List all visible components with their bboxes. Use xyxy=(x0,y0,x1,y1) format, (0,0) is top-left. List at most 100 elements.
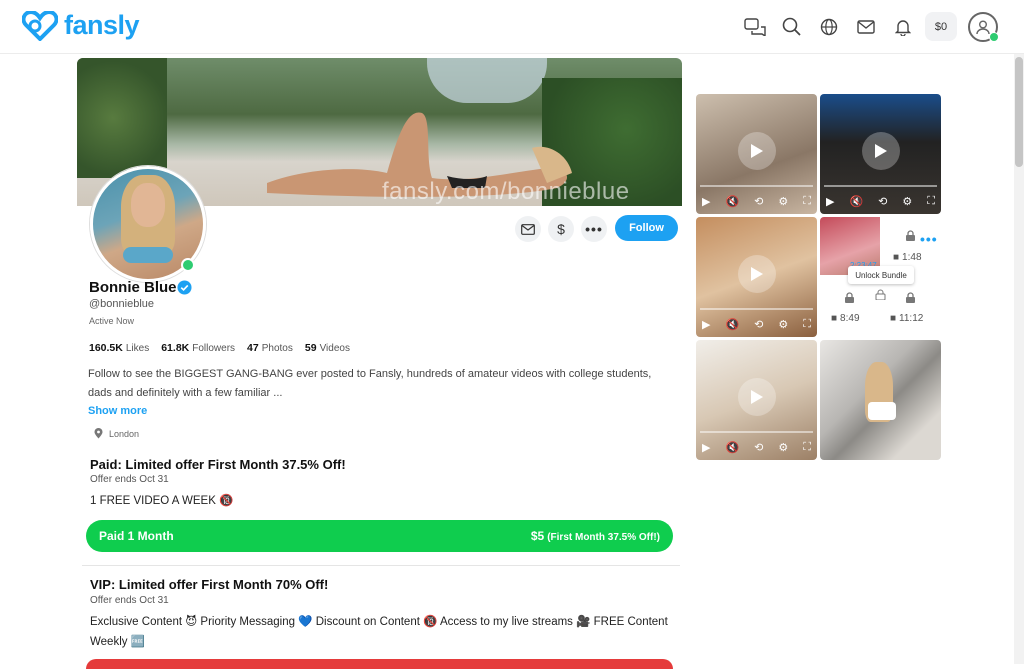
fullscreen-icon[interactable]: ⛶ xyxy=(927,195,935,208)
profile-online-dot xyxy=(181,258,195,272)
bundle-options-icon[interactable]: ••• xyxy=(920,231,938,247)
loop-icon[interactable]: ⟲ xyxy=(754,441,763,454)
video-camera-icon: ■ xyxy=(890,313,897,324)
mute-icon[interactable]: 🔇 xyxy=(725,318,739,331)
video-progress-bar[interactable] xyxy=(700,185,813,187)
video-progress-bar[interactable] xyxy=(824,185,937,187)
user-icon xyxy=(976,20,990,34)
duration-label: 1:48 xyxy=(902,252,922,263)
loop-icon[interactable]: ⟲ xyxy=(754,318,763,331)
follow-button[interactable]: Follow xyxy=(615,215,678,241)
mail-icon[interactable] xyxy=(847,11,884,42)
subscribe-vip-button[interactable] xyxy=(86,659,673,669)
settings-icon[interactable]: ⚙ xyxy=(778,441,788,454)
lock-icon xyxy=(845,292,854,303)
banner-foliage-left xyxy=(77,58,167,178)
loop-icon[interactable]: ⟲ xyxy=(754,195,763,208)
play-icon[interactable] xyxy=(737,378,776,416)
profile-name: Bonnie Blue xyxy=(89,279,177,296)
video-controls: ▶ 🔇 ⟲ ⚙ ⛶ xyxy=(696,434,817,460)
stat-label: Likes xyxy=(125,343,150,354)
profile-status: Active Now xyxy=(89,316,135,326)
stat-photos[interactable]: 47 Photos xyxy=(247,342,293,354)
offer-divider xyxy=(82,565,680,566)
offer-description: Exclusive Content 😈 Priority Messaging 💙… xyxy=(90,616,668,648)
play-small-icon[interactable]: ▶ xyxy=(702,195,710,208)
mute-icon[interactable]: 🔇 xyxy=(725,441,739,454)
user-avatar-menu[interactable] xyxy=(968,11,999,42)
play-icon[interactable] xyxy=(737,132,776,170)
fullscreen-icon[interactable]: ⛶ xyxy=(803,318,811,331)
chat-icon[interactable] xyxy=(736,11,773,42)
video-duration: ■ 1:48 xyxy=(893,252,922,263)
offer-title: VIP: Limited offer First Month 70% Off! xyxy=(90,577,329,592)
mail-icon xyxy=(521,223,535,235)
show-more-link[interactable]: Show more xyxy=(88,405,147,417)
profile-bio: Follow to see the BIGGEST GANG-BANG ever… xyxy=(88,368,652,399)
mute-icon[interactable]: 🔇 xyxy=(725,195,739,208)
stat-label: Followers xyxy=(192,343,236,354)
lock-icon xyxy=(875,289,886,300)
video-progress-bar[interactable] xyxy=(700,431,813,433)
nav-icons: $0 xyxy=(736,11,999,42)
profile-location: London xyxy=(94,428,139,439)
scrollbar-thumb[interactable] xyxy=(1015,57,1023,167)
more-options-button[interactable]: ••• xyxy=(581,216,607,242)
media-video-tile[interactable]: ▶ 🔇 ⟲ ⚙ ⛶ xyxy=(696,217,817,337)
fullscreen-icon[interactable]: ⛶ xyxy=(803,195,811,208)
fullscreen-icon[interactable]: ⛶ xyxy=(803,441,811,454)
loop-icon[interactable]: ⟲ xyxy=(878,195,887,208)
globe-icon[interactable] xyxy=(810,11,847,42)
settings-icon[interactable]: ⚙ xyxy=(778,195,788,208)
settings-icon[interactable]: ⚙ xyxy=(902,195,912,208)
stat-likes: 160.5K Likes xyxy=(89,342,149,354)
fansly-logo[interactable]: fansly xyxy=(22,10,140,41)
duration-label: 8:49 xyxy=(840,313,860,324)
stat-label: Photos xyxy=(261,343,293,354)
video-controls: ▶ 🔇 ⟲ ⚙ ⛶ xyxy=(696,188,817,214)
offer-description: 1 FREE VIDEO A WEEK 🔞 xyxy=(90,495,234,507)
stat-value: 61.8K xyxy=(161,342,190,354)
unlock-bundle-tooltip[interactable]: Unlock Bundle xyxy=(848,266,914,284)
page-scrollbar[interactable] xyxy=(1014,54,1024,664)
bell-icon[interactable] xyxy=(884,11,921,42)
media-photo-tile[interactable] xyxy=(820,340,941,460)
play-icon[interactable] xyxy=(861,132,900,170)
media-video-tile[interactable]: ▶ 🔇 ⟲ ⚙ ⛶ xyxy=(696,340,817,460)
fansly-heart-icon xyxy=(22,10,58,41)
tip-button[interactable]: $ xyxy=(548,216,574,242)
play-small-icon[interactable]: ▶ xyxy=(826,195,834,208)
video-progress-bar[interactable] xyxy=(700,308,813,310)
banner-watermark: fansly.com/bonnieblue xyxy=(382,178,630,205)
video-controls: ▶ 🔇 ⟲ ⚙ ⛶ xyxy=(696,311,817,337)
dollar-icon: $ xyxy=(557,221,565,237)
price-amount: $5 xyxy=(530,529,545,543)
settings-icon[interactable]: ⚙ xyxy=(778,318,788,331)
stat-label: Videos xyxy=(319,343,350,354)
wallet-balance-button[interactable]: $0 xyxy=(925,12,957,41)
media-video-tile[interactable]: ▶ 🔇 ⟲ ⚙ ⛶ xyxy=(820,94,941,214)
play-small-icon[interactable]: ▶ xyxy=(702,441,710,454)
video-camera-icon: ■ xyxy=(831,313,838,324)
play-icon[interactable] xyxy=(737,255,776,293)
subscribe-paid-button[interactable]: Paid 1 Month $5 (First Month 37.5% Off!) xyxy=(86,520,673,552)
lock-icon xyxy=(906,292,915,303)
mute-icon[interactable]: 🔇 xyxy=(849,195,863,208)
message-button[interactable] xyxy=(515,216,541,242)
media-video-tile[interactable]: ▶ 🔇 ⟲ ⚙ ⛶ xyxy=(696,94,817,214)
search-icon[interactable] xyxy=(773,11,810,42)
top-navigation-bar: fansly $0 xyxy=(0,0,1024,54)
play-small-icon[interactable]: ▶ xyxy=(702,318,710,331)
offer-ends: Offer ends Oct 31 xyxy=(90,474,169,485)
profile-handle: @bonnieblue xyxy=(89,298,154,310)
ellipsis-icon: ••• xyxy=(585,221,603,237)
subscribe-price: $5 (First Month 37.5% Off!) xyxy=(531,529,660,543)
stat-value: 47 xyxy=(247,342,259,354)
video-duration: ■ 8:49 xyxy=(831,313,860,324)
avatar-face xyxy=(131,183,165,227)
stat-videos[interactable]: 59 Videos xyxy=(305,342,350,354)
location-pin-icon xyxy=(94,428,103,439)
stat-followers[interactable]: 61.8K Followers xyxy=(161,342,235,354)
offer-ends: Offer ends Oct 31 xyxy=(90,595,169,606)
avatar-swimwear xyxy=(123,247,173,263)
